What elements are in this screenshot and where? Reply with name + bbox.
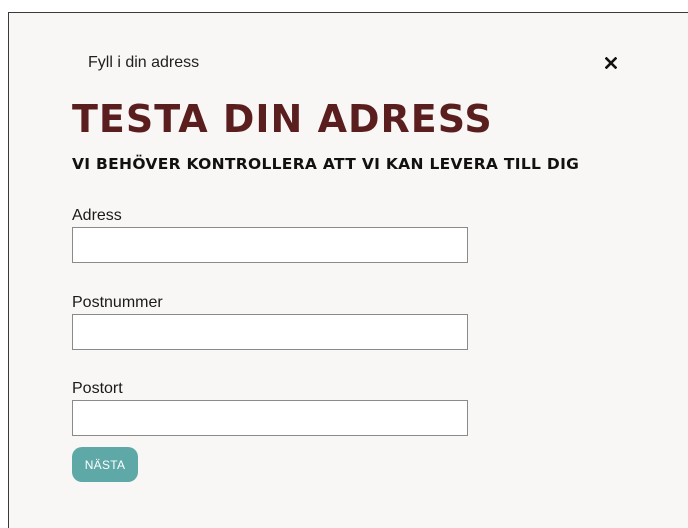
city-input[interactable] [72, 400, 468, 436]
page-title: TESTA DIN ADRESS [72, 97, 493, 141]
page-subtitle: VI BEHÖVER KONTROLLERA ATT VI KAN LEVERA… [72, 155, 580, 173]
modal-heading: Fyll i din adress [88, 54, 200, 71]
address-label: Adress [72, 207, 122, 224]
postal-code-input[interactable] [72, 314, 468, 350]
city-label: Postort [72, 380, 123, 397]
close-icon [605, 57, 617, 69]
next-button[interactable]: NÄSTA [72, 447, 138, 482]
postal-code-label: Postnummer [72, 294, 163, 311]
address-input[interactable] [72, 227, 468, 263]
address-modal: Fyll i din adress TESTA DIN ADRESS VI BE… [8, 12, 688, 528]
close-button[interactable] [601, 53, 621, 73]
